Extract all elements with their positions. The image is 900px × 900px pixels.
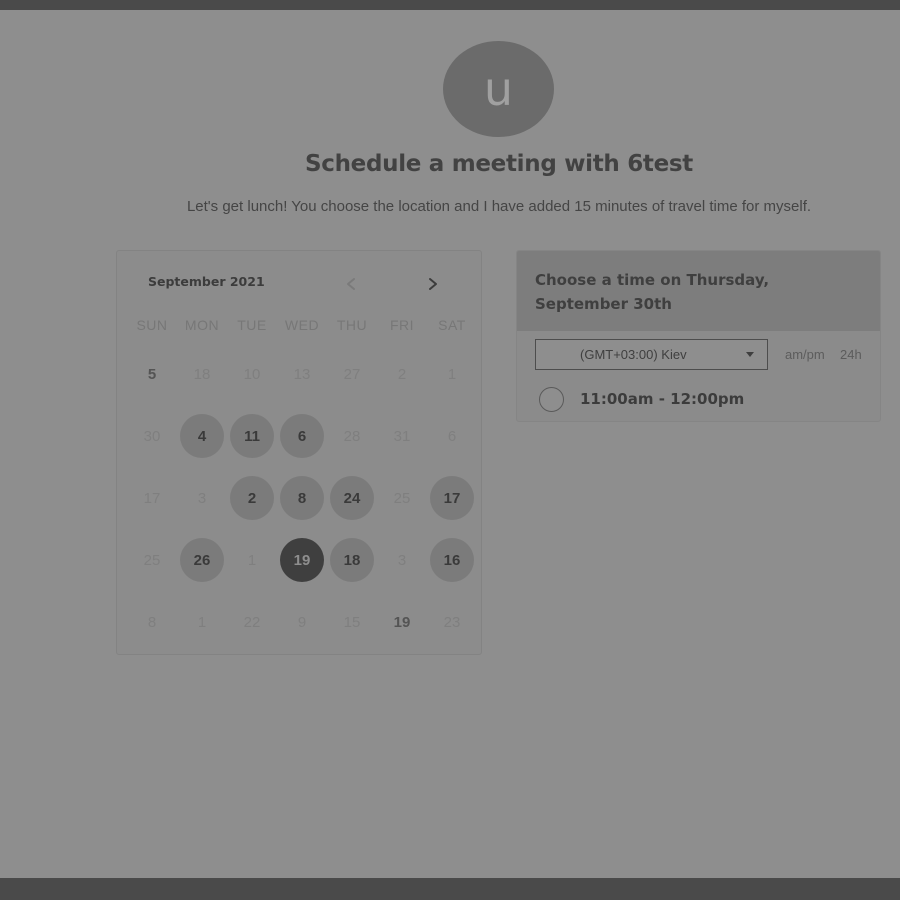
calendar-day[interactable]: 16 <box>430 538 474 582</box>
weekday-wed: WED <box>284 317 320 333</box>
calendar-day[interactable]: 2 <box>230 476 274 520</box>
avatar: u <box>443 41 554 137</box>
calendar-day: 23 <box>443 613 461 631</box>
calendar-day: 13 <box>293 365 311 383</box>
time-slot-radio[interactable] <box>539 387 564 412</box>
calendar-day[interactable]: 26 <box>180 538 224 582</box>
calendar-day: 8 <box>147 613 157 631</box>
calendar-day[interactable]: 4 <box>180 414 224 458</box>
calendar-day: 15 <box>343 613 361 631</box>
calendar-day: 25 <box>393 489 411 507</box>
calendar-day[interactable]: 8 <box>280 476 324 520</box>
calendar-day: 17 <box>143 489 161 507</box>
calendar-day: 22 <box>243 613 261 631</box>
calendar-day: 25 <box>143 551 161 569</box>
calendar-day: 19 <box>393 613 411 631</box>
time-slot-label: 11:00am - 12:00pm <box>580 390 745 408</box>
timezone-select[interactable]: (GMT+03:00) Kiev <box>535 339 768 370</box>
calendar-day: 10 <box>243 365 261 383</box>
calendar-day: 1 <box>447 365 457 383</box>
next-month-button[interactable] <box>422 273 444 295</box>
page-title: Schedule a meeting with 6test <box>304 151 693 177</box>
calendar-day: 18 <box>193 365 211 383</box>
format-ampm-toggle[interactable]: am/pm <box>785 347 825 362</box>
calendar-day: 2 <box>397 365 407 383</box>
weekday-sun: SUN <box>136 317 168 333</box>
calendar-day[interactable]: 18 <box>330 538 374 582</box>
event-description: Let's get lunch! You choose the location… <box>186 198 812 215</box>
bottom-bar <box>0 878 900 900</box>
previous-month-button[interactable] <box>340 273 362 295</box>
timezone-value: (GMT+03:00) Kiev <box>580 347 687 362</box>
selected-day[interactable]: 19 <box>280 538 324 582</box>
calendar-day: 3 <box>397 551 407 569</box>
calendar-day[interactable]: 24 <box>330 476 374 520</box>
calendar-day[interactable]: 6 <box>280 414 324 458</box>
weekday-thu: THU <box>336 317 368 333</box>
caret-down-icon <box>746 352 754 357</box>
chevron-left-icon <box>347 278 355 290</box>
calendar-day: 27 <box>343 365 361 383</box>
calendar-day: 1 <box>197 613 207 631</box>
calendar-day: 6 <box>447 427 457 445</box>
calendar-day: 30 <box>143 427 161 445</box>
date-picker-calendar: September 2021 SUN MON TUE WED THU FRI SAT 5 18… <box>116 250 482 655</box>
weekday-tue: TUE <box>237 317 267 333</box>
calendar-day: 3 <box>197 489 207 507</box>
calendar-day: 28 <box>343 427 361 445</box>
top-bar <box>0 0 900 10</box>
chevron-right-icon <box>429 278 437 290</box>
weekday-sat: SAT <box>438 317 466 333</box>
time-slot-panel: Choose a time on Thursday, September 30t… <box>516 250 881 422</box>
weekday-mon: MON <box>184 317 220 333</box>
month-label: September 2021 <box>148 274 265 289</box>
calendar-day[interactable]: 17 <box>430 476 474 520</box>
calendar-day: 1 <box>247 551 257 569</box>
calendar-day: 5 <box>147 365 157 383</box>
calendar-day[interactable]: 11 <box>230 414 274 458</box>
time-panel-header: Choose a time on Thursday, September 30t… <box>517 251 880 331</box>
format-24h-toggle[interactable]: 24h <box>840 347 862 362</box>
weekday-fri: FRI <box>389 317 415 333</box>
avatar-letter: u <box>483 62 514 116</box>
calendar-day: 9 <box>297 613 307 631</box>
time-slot-option[interactable]: 11:00am - 12:00pm <box>517 375 880 421</box>
time-panel-heading: Choose a time on Thursday, September 30t… <box>535 271 770 313</box>
calendar-day: 31 <box>393 427 411 445</box>
